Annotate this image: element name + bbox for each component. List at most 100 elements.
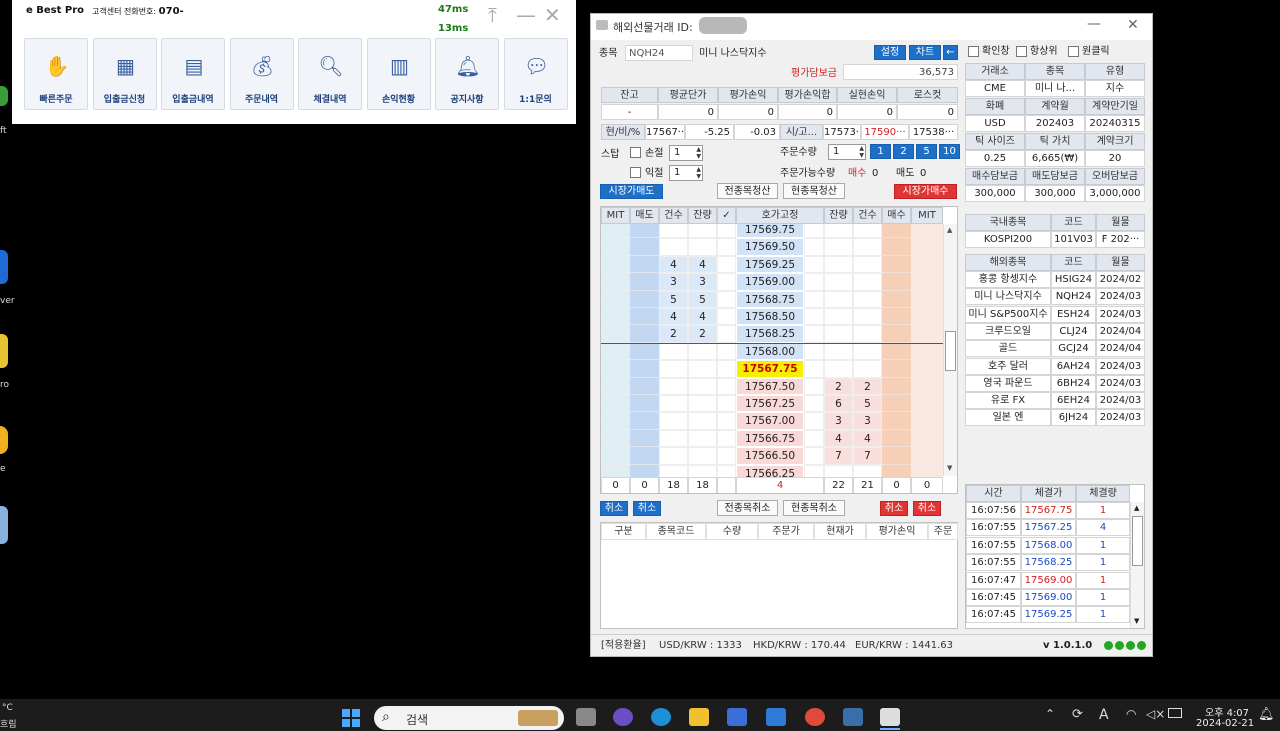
sell-mit-cell[interactable] <box>601 273 630 291</box>
sell-order-cell[interactable] <box>630 395 659 413</box>
overseas-cell[interactable]: 2024/03 <box>1096 288 1145 306</box>
price-cell[interactable]: 17567.25 <box>736 395 804 413</box>
tick-table[interactable]: 시간 체결가 체결량 16:07:56 17567.75 1 16:07:55 17567.… <box>965 484 1145 629</box>
buy-mit-cell[interactable] <box>911 377 943 395</box>
qty-preset-button-10[interactable]: 10 <box>939 144 960 159</box>
sell-order-cell[interactable] <box>630 308 659 326</box>
stepper-arrows-icon[interactable]: ▲ ▼ <box>696 166 701 180</box>
minimize-icon[interactable]: — <box>516 3 536 27</box>
clock-date[interactable]: 2024-02-21 <box>1196 718 1254 729</box>
pending-orders-table[interactable]: 구분 종목코드 수량 주문가 현재가 평가손익 주문 <box>600 522 958 629</box>
cancel-all-button[interactable]: 전종목취소 <box>717 500 778 516</box>
overseas-cell[interactable]: 2024/03 <box>1096 374 1145 392</box>
mail-icon[interactable] <box>766 708 786 726</box>
sell-mit-cell[interactable] <box>601 308 630 326</box>
buy-order-cell[interactable] <box>882 360 911 378</box>
teams-icon[interactable] <box>613 708 633 726</box>
current-price-cell[interactable]: 17567.75 <box>736 360 804 378</box>
overseas-cell[interactable]: 골드 <box>965 340 1051 358</box>
buy-order-cell[interactable] <box>882 325 911 343</box>
file-explorer-icon[interactable] <box>689 708 709 726</box>
buy-order-cell[interactable] <box>882 447 911 465</box>
taskbar-search-box[interactable]: ⌕ 검색 <box>374 706 564 730</box>
overseas-cell[interactable]: 영국 파운드 <box>965 374 1051 392</box>
sell-order-cell[interactable] <box>630 360 659 378</box>
sell-mit-cell[interactable] <box>601 325 630 343</box>
buy-mit-cell[interactable] <box>911 360 943 378</box>
overseas-cell[interactable]: 2024/03 <box>1096 392 1145 410</box>
buy-order-cell[interactable] <box>882 308 911 326</box>
qty-preset-button-5[interactable]: 5 <box>916 144 937 159</box>
symbol-code-input[interactable]: NQH24 <box>625 45 693 61</box>
sell-mit-cell[interactable] <box>601 238 630 256</box>
take-profit-stepper[interactable]: 1 ▲ ▼ <box>669 165 703 181</box>
overseas-cell[interactable]: 2024/03 <box>1096 305 1145 323</box>
market-buy-button[interactable]: 시장가매수 <box>894 184 957 199</box>
sell-mit-cell[interactable] <box>601 224 630 239</box>
overseas-cell[interactable]: 크루드오일 <box>965 322 1051 340</box>
sell-order-cell[interactable] <box>630 238 659 256</box>
settings-button[interactable]: 설정 <box>874 45 906 60</box>
scroll-down-icon[interactable]: ▼ <box>1134 617 1139 625</box>
sell-mit-cell[interactable] <box>601 290 630 308</box>
buy-mit-cell[interactable] <box>911 238 943 256</box>
desktop-app-icon[interactable] <box>0 86 8 106</box>
wifi-icon[interactable]: ◠ <box>1126 707 1136 721</box>
sell-order-cell[interactable] <box>630 464 659 477</box>
buy-mit-cell[interactable] <box>911 464 943 477</box>
take-profit-checkbox[interactable] <box>630 167 641 178</box>
sell-order-cell[interactable] <box>630 255 659 274</box>
overseas-cell[interactable]: GCJ24 <box>1051 340 1096 358</box>
price-cell[interactable]: 17568.75 <box>736 290 804 308</box>
buy-order-cell[interactable] <box>882 290 911 308</box>
scroll-thumb[interactable] <box>945 331 956 371</box>
buy-order-cell[interactable] <box>882 273 911 291</box>
price-cell[interactable]: 17566.25 <box>736 464 804 477</box>
always-on-top-checkbox[interactable] <box>1016 46 1027 57</box>
sell-order-cell[interactable] <box>630 290 659 308</box>
edge-icon[interactable] <box>651 708 671 726</box>
order-book-scrollbar[interactable]: ▲ ▼ <box>943 224 957 476</box>
scroll-thumb[interactable] <box>1132 516 1143 566</box>
price-cell[interactable]: 17569.75 <box>736 224 804 239</box>
sell-mit-cell[interactable] <box>601 342 630 361</box>
chart-button[interactable]: 차트 <box>909 45 941 60</box>
overseas-cell[interactable]: 홍콩 항셍지수 <box>965 271 1051 288</box>
notification-bell-icon[interactable]: 🔔︎ <box>1258 707 1275 722</box>
buy-order-cell[interactable] <box>882 464 911 477</box>
overseas-cell[interactable]: ESH24 <box>1051 305 1096 323</box>
price-cell[interactable]: 17569.25 <box>736 255 804 274</box>
overseas-cell[interactable]: NQH24 <box>1051 288 1096 306</box>
buy-mit-cell[interactable] <box>911 429 943 448</box>
battery-icon[interactable] <box>1168 708 1182 718</box>
desktop-app-icon[interactable] <box>0 426 8 454</box>
price-cell[interactable]: 17569.00 <box>736 273 804 291</box>
close-all-button[interactable]: 전종목청산 <box>717 183 778 199</box>
cancel-sell-button[interactable]: 취소 <box>600 501 628 516</box>
close-icon[interactable]: ✕ <box>544 3 561 27</box>
overseas-cell[interactable]: 유로 FX <box>965 392 1051 410</box>
stepper-arrows-icon[interactable]: ▲ ▼ <box>859 145 864 159</box>
desktop-app-icon[interactable] <box>0 334 8 368</box>
desktop-app-icon[interactable] <box>0 250 8 284</box>
ime-icon[interactable]: A <box>1099 707 1109 723</box>
buy-order-cell[interactable] <box>882 429 911 448</box>
price-cell[interactable]: 17567.00 <box>736 412 804 430</box>
sell-order-cell[interactable] <box>630 447 659 465</box>
sell-mit-cell[interactable] <box>601 429 630 448</box>
buy-order-cell[interactable] <box>882 224 911 239</box>
qty-preset-button-1[interactable]: 1 <box>870 144 891 159</box>
overseas-cell[interactable]: 2024/03 <box>1096 357 1145 375</box>
buy-order-cell[interactable] <box>882 412 911 430</box>
close-icon[interactable]: ✕ <box>1127 17 1139 33</box>
sell-order-cell[interactable] <box>630 342 659 361</box>
overseas-cell[interactable]: 2024/04 <box>1096 340 1145 358</box>
windows-start-icon[interactable] <box>342 709 360 727</box>
minimize-icon[interactable]: — <box>1087 16 1101 32</box>
overseas-cell[interactable]: 6EH24 <box>1051 392 1096 410</box>
qty-preset-button-2[interactable]: 2 <box>893 144 914 159</box>
volume-icon[interactable]: ◁× <box>1146 707 1165 721</box>
price-cell[interactable]: 17568.25 <box>736 325 804 343</box>
buy-mit-cell[interactable] <box>911 290 943 308</box>
overseas-cell[interactable]: 호주 달러 <box>965 357 1051 375</box>
